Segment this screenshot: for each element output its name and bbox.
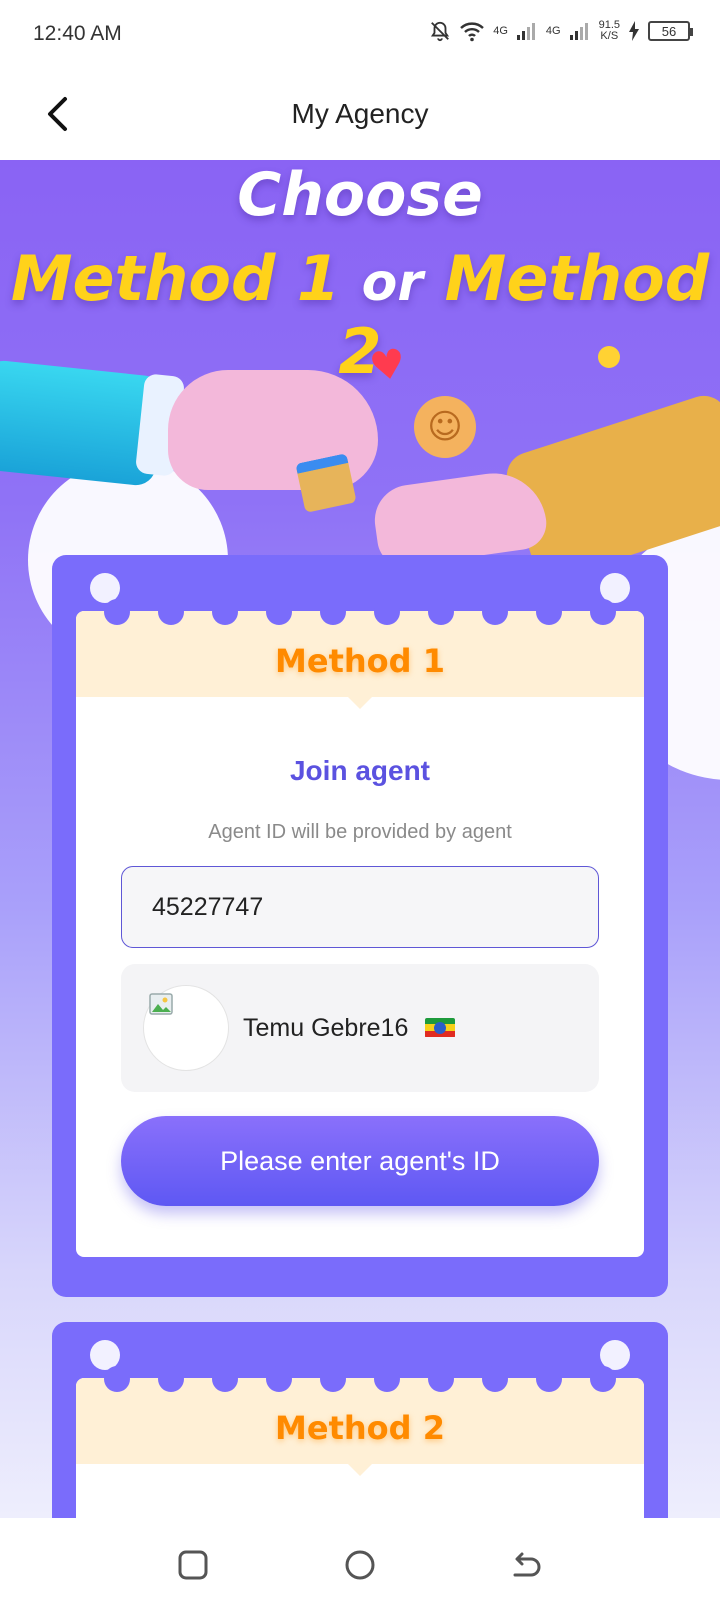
coin-icon	[598, 346, 620, 368]
network-type-2: 4G	[545, 24, 561, 37]
heart-icon: ♥	[366, 340, 410, 392]
signal-icon	[516, 23, 535, 40]
system-nav-bar	[0, 1518, 720, 1612]
hero-title-method1: Method 1	[10, 242, 341, 315]
app-header: My Agency	[0, 72, 720, 160]
home-icon	[345, 1550, 375, 1580]
broken-image-icon	[149, 993, 173, 1015]
method-2-label: Method 2	[275, 1409, 445, 1447]
agency-content: Choose Method 1 or Method 2 ♥ ☺ Method 1…	[0, 160, 720, 1518]
network-speed: 91.5 K/S	[599, 20, 620, 42]
hero-title-choose: Choose	[237, 160, 483, 230]
method-2-panel: Method 2	[76, 1378, 644, 1518]
recents-button[interactable]	[163, 1535, 223, 1595]
status-time: 12:40 AM	[33, 22, 122, 45]
agent-id-input[interactable]	[121, 866, 599, 948]
recents-icon	[178, 1550, 208, 1580]
submit-agent-id-button[interactable]: Please enter agent's ID	[121, 1116, 599, 1206]
ticket-scallops	[76, 599, 644, 627]
page-title: My Agency	[291, 98, 429, 129]
join-agent-title: Join agent	[289, 755, 430, 786]
battery-level: 56	[661, 23, 677, 39]
system-back-button[interactable]	[497, 1535, 557, 1595]
receiving-hand-illustration	[370, 466, 550, 570]
agent-result-card[interactable]: Temu Gebre16	[121, 964, 599, 1092]
signal-icon	[569, 23, 588, 40]
smiley-icon: ☺	[414, 396, 476, 458]
gift-box-icon	[295, 453, 357, 513]
status-icons: 4G 4G 91.5 K/S 56	[429, 20, 693, 42]
method-1-label: Method 1	[275, 642, 445, 680]
method-1-panel: Method 1 Join agent Agent ID will be pro…	[76, 611, 644, 1257]
agent-id-hint: Agent ID will be provided by agent	[208, 821, 512, 843]
network-type-1: 4G	[493, 24, 508, 37]
agent-name: Temu Gebre16	[243, 1013, 456, 1043]
ethiopia-flag-icon	[425, 1017, 456, 1038]
ticket-scallops	[76, 1366, 644, 1394]
battery-icon: 56	[648, 21, 693, 41]
method-1-card: Method 1 Join agent Agent ID will be pro…	[52, 555, 668, 1297]
bell-off-icon	[431, 21, 450, 42]
hero-title-or: or	[361, 253, 424, 313]
wifi-icon	[460, 22, 485, 42]
charging-icon	[629, 21, 639, 41]
agent-name-text: Temu Gebre16	[243, 1013, 409, 1042]
back-icon	[513, 1552, 541, 1577]
speed-unit: K/S	[600, 30, 619, 42]
home-button[interactable]	[330, 1535, 390, 1595]
avatar	[143, 985, 229, 1071]
method-2-card: Method 2	[52, 1322, 668, 1518]
status-bar: 12:40 AM 4G 4G 91.5 K/S 56	[0, 0, 720, 72]
